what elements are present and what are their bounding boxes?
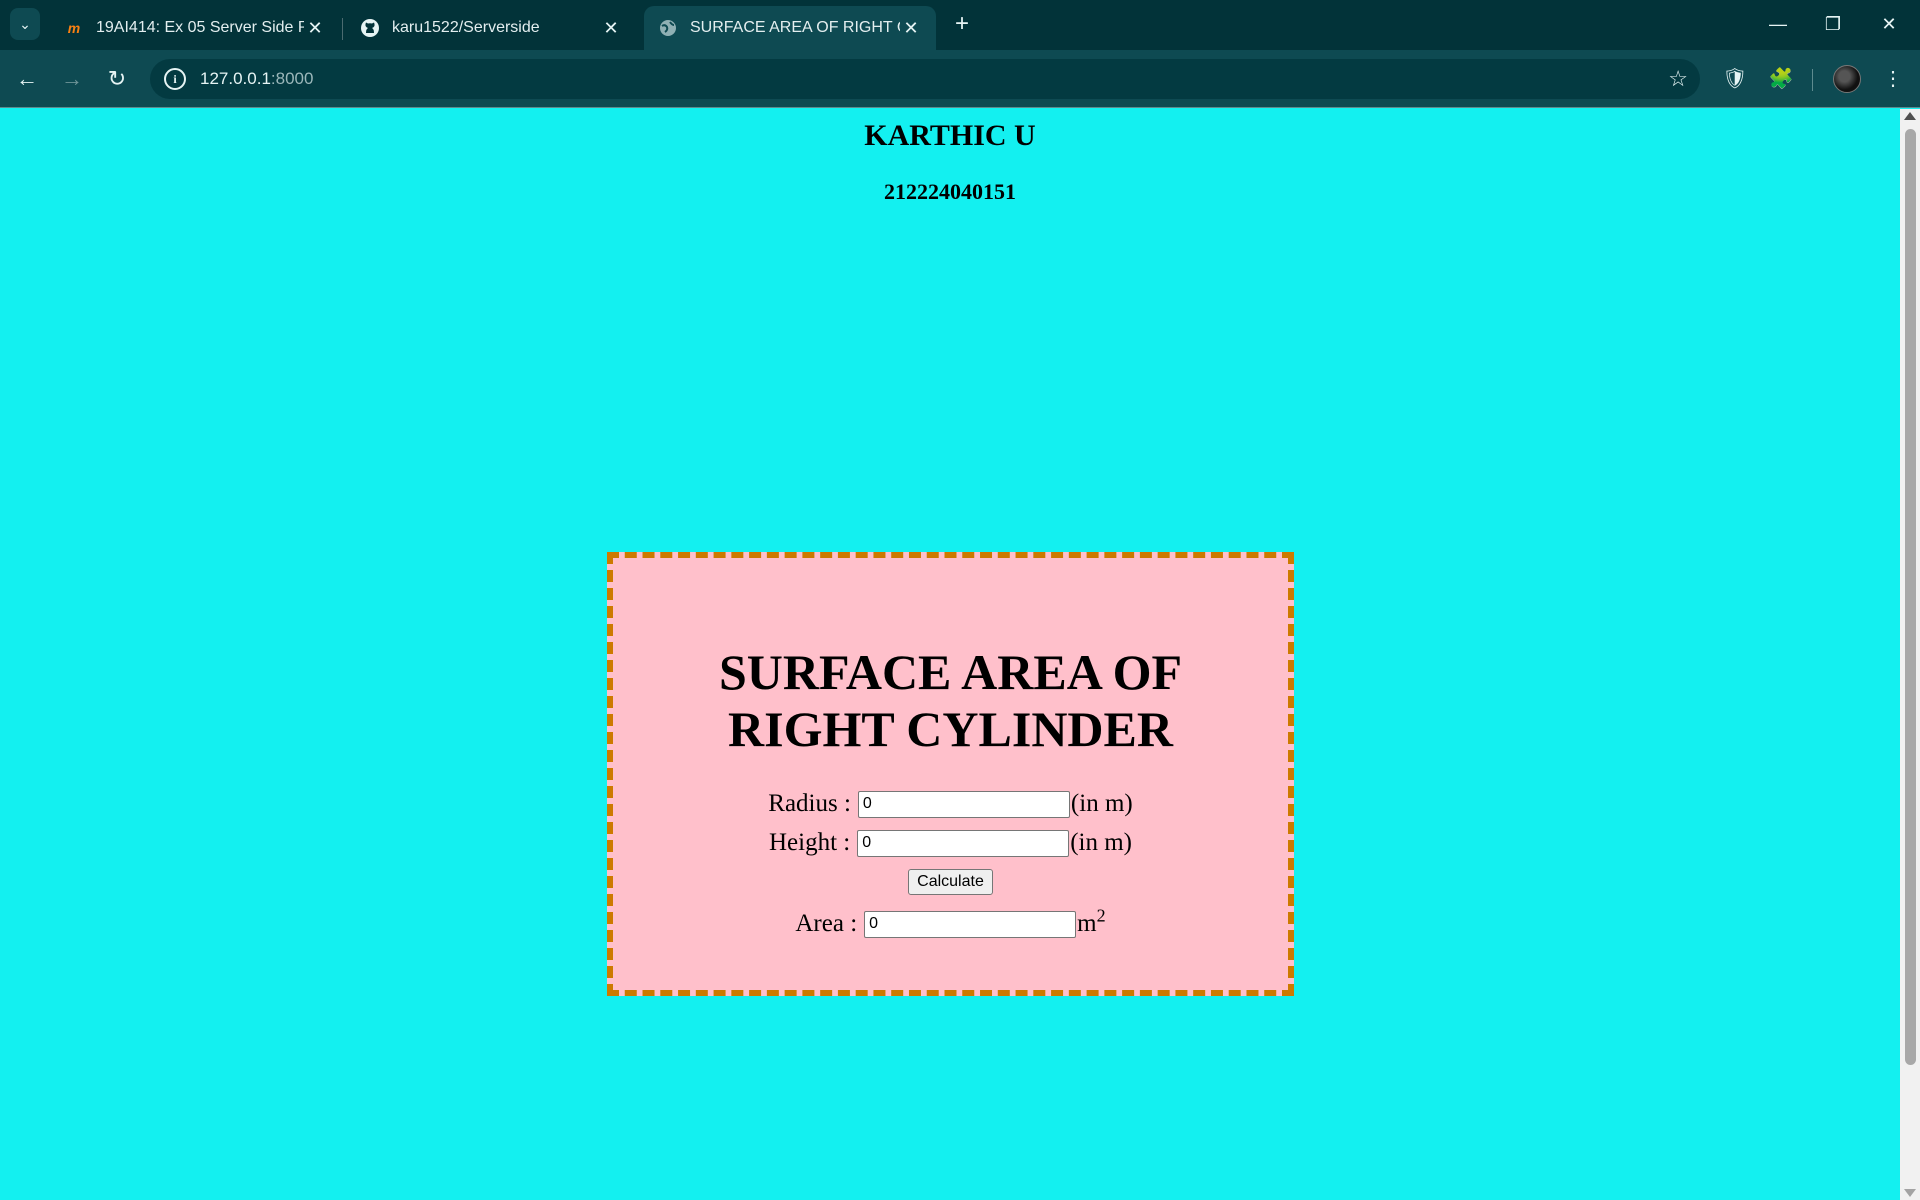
close-icon[interactable]: ✕ xyxy=(900,18,922,39)
radius-input[interactable] xyxy=(857,790,1070,818)
tab-title: 19AI414: Ex 05 Server Side Proc xyxy=(96,19,304,36)
new-tab-button[interactable]: + xyxy=(948,10,976,38)
close-icon: ✕ xyxy=(1881,14,1897,34)
tab-search-button[interactable]: ⌄ xyxy=(10,8,40,40)
tab-bar: ⌄ m 19AI414: Ex 05 Server Side Proc ✕ ka… xyxy=(0,0,1920,50)
form-title-line2: RIGHT CYLINDER xyxy=(728,701,1173,757)
area-unit-base: m xyxy=(1077,910,1097,937)
plus-icon: + xyxy=(954,10,969,37)
close-icon[interactable]: ✕ xyxy=(600,18,622,39)
url-host: 127.0.0.1 xyxy=(200,69,271,88)
calculate-button[interactable]: Calculate xyxy=(908,869,993,895)
vertical-scrollbar[interactable] xyxy=(1900,109,1920,1200)
reload-icon: ↻ xyxy=(107,66,127,91)
address-url: 127.0.0.1:8000 xyxy=(200,69,313,89)
tab-surface-area[interactable]: SURFACE AREA OF RIGHT CYLIN ✕ xyxy=(644,6,936,50)
calculate-row: Calculate xyxy=(613,869,1288,895)
address-bar[interactable]: i 127.0.0.1:8000 ☆ xyxy=(150,59,1700,99)
tab-moodle[interactable]: m 19AI414: Ex 05 Server Side Proc ✕ xyxy=(50,6,340,50)
chevron-down-icon: ⌄ xyxy=(19,15,31,32)
area-row: Area : m2 xyxy=(613,907,1288,938)
height-input[interactable] xyxy=(857,829,1070,857)
profile-avatar[interactable] xyxy=(1833,65,1861,93)
globe-icon xyxy=(658,18,678,38)
arrow-left-icon: ← xyxy=(16,66,38,91)
tab-github[interactable]: karu1522/Serverside ✕ xyxy=(346,6,636,50)
form-title: SURFACE AREA OF RIGHT CYLINDER xyxy=(613,644,1288,758)
browser-toolbar: ← → ↻ i 127.0.0.1:8000 ☆ 🛡 🧩 ⋮ xyxy=(0,50,1920,108)
github-icon xyxy=(360,18,380,38)
restore-button[interactable]: ❐ xyxy=(1810,6,1856,42)
radius-row: Radius : (in m) xyxy=(613,790,1288,818)
close-window-button[interactable]: ✕ xyxy=(1866,6,1912,42)
scroll-down-arrow-icon[interactable] xyxy=(1904,1189,1916,1197)
back-button[interactable]: ← xyxy=(10,62,44,96)
extensions-puzzle-icon[interactable]: 🧩 xyxy=(1766,64,1796,94)
reload-button[interactable]: ↻ xyxy=(100,62,134,96)
forward-button[interactable]: → xyxy=(55,62,89,96)
moodle-icon: m xyxy=(67,20,81,36)
student-name: KARTHIC U xyxy=(864,119,1036,152)
page-content: KARTHIC U 212224040151 SURFACE AREA OF R… xyxy=(0,109,1900,1200)
scrollbar-thumb[interactable] xyxy=(1905,129,1916,1065)
menu-kebab-icon[interactable]: ⋮ xyxy=(1878,64,1908,94)
close-icon[interactable]: ✕ xyxy=(304,18,326,39)
radius-label: Radius : xyxy=(768,790,851,817)
minimize-button[interactable]: — xyxy=(1755,6,1801,42)
area-output[interactable] xyxy=(864,910,1077,938)
height-label: Height : xyxy=(768,829,851,856)
shield-extension-icon[interactable]: 🛡 xyxy=(1720,64,1750,94)
area-unit-exponent: 2 xyxy=(1096,905,1106,926)
tab-title: SURFACE AREA OF RIGHT CYLIN xyxy=(690,19,900,36)
form-title-line1: SURFACE AREA OF xyxy=(718,644,1182,700)
bookmark-star-icon[interactable]: ☆ xyxy=(1668,66,1688,92)
radius-unit: (in m) xyxy=(1070,790,1133,817)
area-label: Area : xyxy=(795,910,858,937)
toolbar-divider xyxy=(1812,69,1813,91)
url-port: :8000 xyxy=(270,69,314,88)
arrow-right-icon: → xyxy=(61,66,83,91)
restore-icon: ❐ xyxy=(1824,14,1842,34)
minimize-icon: — xyxy=(1769,14,1787,34)
calculator-form: SURFACE AREA OF RIGHT CYLINDER Radius : … xyxy=(607,552,1294,996)
scroll-up-arrow-icon[interactable] xyxy=(1904,112,1916,120)
tab-separator xyxy=(342,18,343,40)
register-number: 212224040151 xyxy=(884,179,1016,204)
tab-title: karu1522/Serverside xyxy=(392,19,540,36)
info-icon[interactable]: i xyxy=(164,68,186,90)
height-row: Height : (in m) xyxy=(613,829,1288,857)
height-unit: (in m) xyxy=(1070,829,1133,856)
area-unit: m2 xyxy=(1077,907,1105,938)
